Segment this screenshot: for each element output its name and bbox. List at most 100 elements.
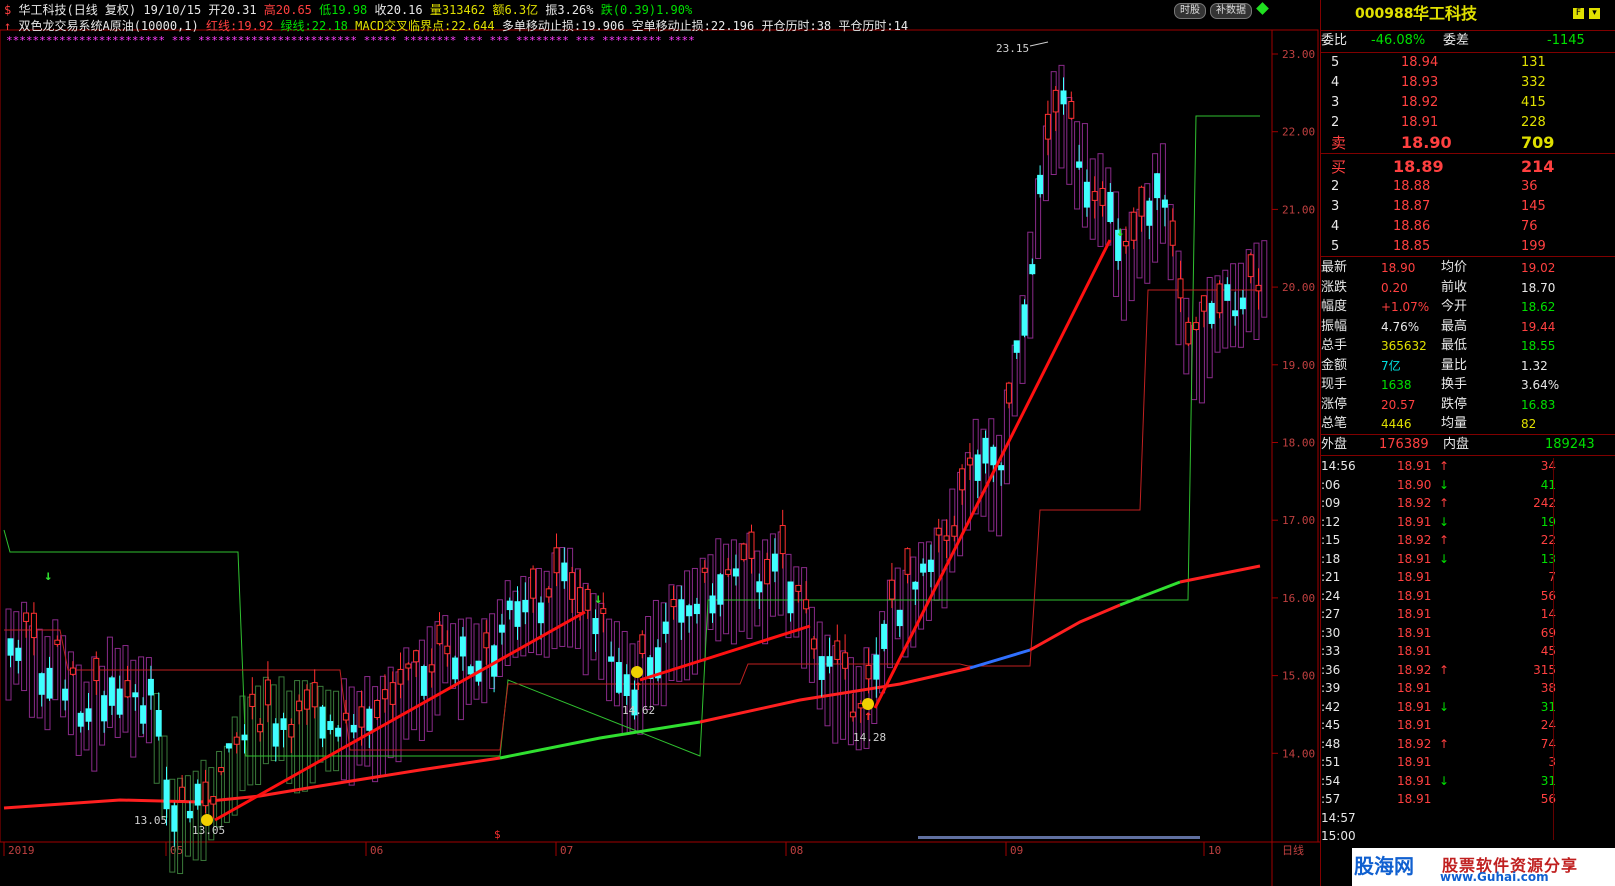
candle-up <box>951 525 958 537</box>
indicator-name[interactable]: 双色龙交易系统A原油(10000,1) <box>18 19 198 33</box>
signal-arrow-icon: ↓ <box>594 591 602 607</box>
tick-time: :51 <box>1321 755 1341 769</box>
tick-row[interactable]: 15:00 <box>1321 826 1615 846</box>
tick-row[interactable]: :51 18.91 3 <box>1321 752 1615 772</box>
tick-price: 18.91 <box>1397 755 1432 769</box>
tick-row[interactable]: :18 18.91 ↓ 13 <box>1321 549 1615 569</box>
sell-level-row[interactable]: 卖 18.90 709 <box>1321 133 1615 153</box>
stat-row[interactable]: 振幅 4.76% 最高 19.44 <box>1321 317 1615 337</box>
candle-down <box>1232 310 1239 317</box>
divider <box>1321 153 1615 154</box>
candle-down <box>140 705 147 724</box>
price-annotation: 13.05 <box>134 814 167 827</box>
buy-level-row[interactable]: 3 18.87 145 <box>1321 197 1615 217</box>
candle-down <box>927 559 934 572</box>
sell-price: 18.93 <box>1401 75 1439 90</box>
tick-row[interactable]: :54 18.91 ↓ 31 <box>1321 771 1615 791</box>
f10-icon[interactable]: F <box>1573 8 1584 19</box>
candle-down <box>686 605 693 617</box>
tick-row[interactable]: :57 18.91 56 <box>1321 789 1615 809</box>
stat-row[interactable]: 幅度 +1.07% 今开 18.62 <box>1321 297 1615 317</box>
candle-down <box>1107 191 1114 223</box>
tick-row[interactable]: :45 18.91 24 <box>1321 715 1615 735</box>
tick-row[interactable]: :36 18.92 ↑ 315 <box>1321 660 1615 680</box>
trend-line <box>214 610 586 822</box>
y-axis-label: 23.00 <box>1282 48 1315 61</box>
tick-row[interactable]: :21 18.91 7 <box>1321 567 1615 587</box>
stat-row[interactable]: 最新 18.90 均价 19.02 <box>1321 258 1615 278</box>
buy-level-row[interactable]: 买 18.89 214 <box>1321 157 1615 177</box>
buy-price: 18.89 <box>1393 157 1444 176</box>
tick-row[interactable]: :24 18.91 56 <box>1321 586 1615 606</box>
candle-down <box>912 581 919 590</box>
stat-row[interactable]: 涨跌 0.20 前收 18.70 <box>1321 278 1615 298</box>
tick-scrollbar[interactable] <box>1553 458 1566 840</box>
tick-row[interactable]: 14:57 <box>1321 808 1615 828</box>
tick-row[interactable]: :42 18.91 ↓ 31 <box>1321 697 1615 717</box>
stat-row[interactable]: 现手 1638 换手 3.64% <box>1321 375 1615 395</box>
chart-frame <box>0 29 1319 843</box>
tick-time: :15 <box>1321 533 1341 547</box>
stat-value: +1.07% <box>1381 300 1430 314</box>
x-axis-label: 09 <box>1010 844 1023 857</box>
candle-down <box>132 692 139 698</box>
tick-row[interactable]: 14:56 18.91 ↑ 34 <box>1321 456 1615 476</box>
buy-volume: 76 <box>1521 219 1538 234</box>
sell-level-row[interactable]: 4 18.93 332 <box>1321 73 1615 93</box>
tick-row[interactable]: :30 18.91 69 <box>1321 623 1615 643</box>
kline-chart-panel[interactable]: ************************ *** ***********… <box>0 0 1320 886</box>
tick-row[interactable]: :48 18.92 ↑ 74 <box>1321 734 1615 754</box>
candle-down <box>615 662 622 693</box>
buy-level-row[interactable]: 2 18.88 36 <box>1321 177 1615 197</box>
x-axis-label: 10 <box>1208 844 1221 857</box>
kline-chart[interactable]: ************************ *** ***********… <box>0 0 1320 886</box>
signal-arrow-icon: ↓ <box>1116 224 1124 240</box>
candle-down <box>662 621 669 634</box>
horizontal-scrollbar <box>918 836 1200 839</box>
red-line-value: 红线:19.92 <box>205 19 274 33</box>
tick-row[interactable]: :39 18.91 38 <box>1321 678 1615 698</box>
tick-row[interactable]: :27 18.91 14 <box>1321 604 1615 624</box>
candle-down <box>1029 264 1036 275</box>
tick-direction-icon: ↓ <box>1439 551 1450 566</box>
tick-row[interactable]: :09 18.92 ↑ 242 <box>1321 493 1615 513</box>
tick-price: 18.92 <box>1397 496 1432 510</box>
candle-up <box>966 457 973 466</box>
tick-row[interactable]: :33 18.91 45 <box>1321 641 1615 661</box>
stat-label: 涨停 <box>1321 396 1348 412</box>
candle-down <box>826 656 833 667</box>
tick-time: :18 <box>1321 551 1341 566</box>
stat-label: 最新 <box>1321 260 1348 275</box>
candle-down <box>77 712 84 727</box>
candle-down <box>756 581 763 593</box>
timeshare-button[interactable]: 时股 <box>1174 3 1206 19</box>
cloud-bar <box>231 716 238 816</box>
inner-value: 189243 <box>1545 437 1595 452</box>
y-axis-label: 18.00 <box>1282 437 1315 450</box>
stat-row[interactable]: 金额 7亿 量比 1.32 <box>1321 356 1615 376</box>
candle-up <box>1169 220 1176 246</box>
stat-row[interactable]: 涨停 20.57 跌停 16.83 <box>1321 395 1615 415</box>
menu-icon[interactable]: ▾ <box>1589 8 1600 19</box>
stat-row[interactable]: 总手 365632 最低 18.55 <box>1321 336 1615 356</box>
sell-level-row[interactable]: 2 18.91 228 <box>1321 113 1615 133</box>
tick-row[interactable]: :15 18.92 ↑ 22 <box>1321 530 1615 550</box>
buy-level-row[interactable]: 4 18.86 76 <box>1321 217 1615 237</box>
sell-level-row[interactable]: 5 18.94 131 <box>1321 53 1615 73</box>
buy-level-label: 4 <box>1331 219 1340 234</box>
tick-direction-icon: ↑ <box>1439 459 1450 473</box>
stat-value: 20.57 <box>1381 397 1416 412</box>
tick-row[interactable]: :06 18.90 ↓ 41 <box>1321 475 1615 495</box>
candle-up <box>249 693 256 707</box>
candle-up <box>69 667 76 675</box>
stat-row[interactable]: 总笔 4446 均量 82 <box>1321 414 1615 434</box>
candle-down <box>1154 173 1161 199</box>
amplitude-value: 振3.26% <box>545 3 594 17</box>
sell-level-row[interactable]: 3 18.92 415 <box>1321 93 1615 113</box>
buy-level-row[interactable]: 5 18.85 199 <box>1321 237 1615 257</box>
stat-label: 跌停 <box>1441 396 1468 412</box>
supplement-data-button[interactable]: 补数据 <box>1210 3 1252 19</box>
stat-label: 均量 <box>1441 416 1468 431</box>
sell-level-label: 5 <box>1331 55 1340 70</box>
tick-row[interactable]: :12 18.91 ↓ 19 <box>1321 512 1615 532</box>
